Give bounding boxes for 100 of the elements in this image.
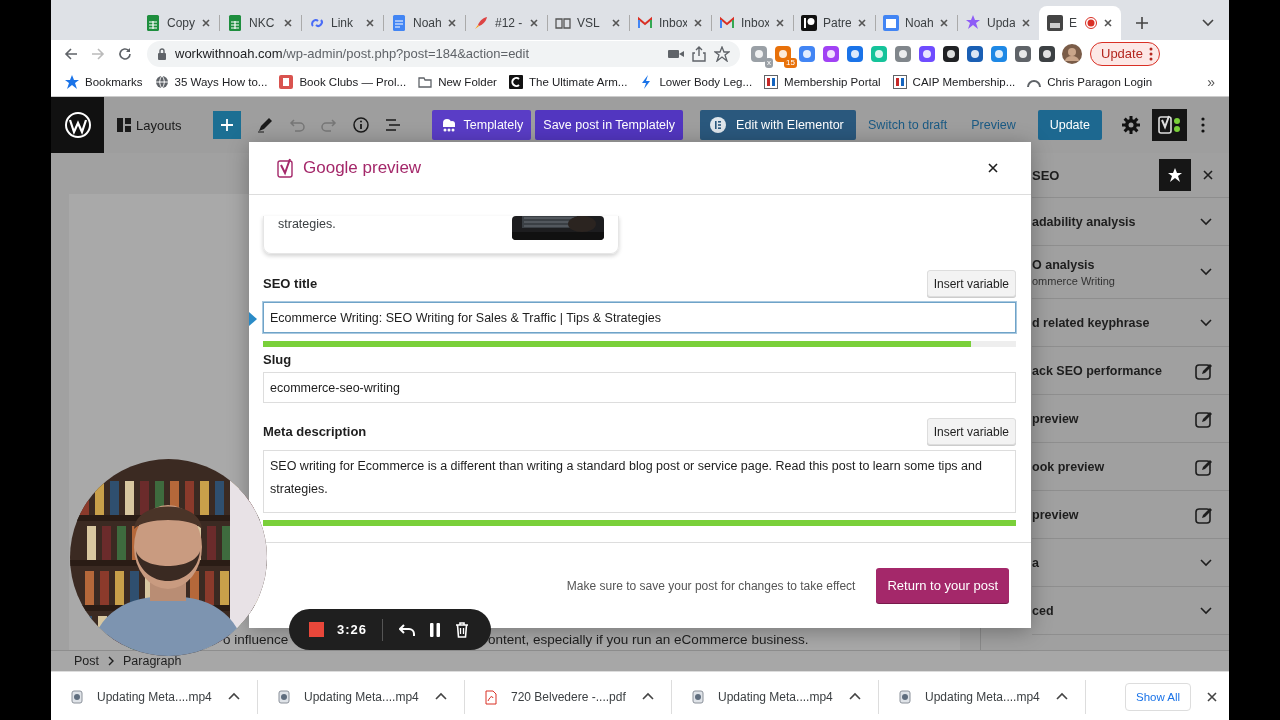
extension-badge: x — [765, 57, 773, 68]
bookmark[interactable]: 35 Ways How to... — [154, 74, 268, 89]
layouts-button[interactable]: Layouts — [117, 117, 182, 133]
pointer-icon — [249, 312, 257, 326]
browser-tab[interactable]: Upda — [957, 6, 1039, 40]
globe-icon — [154, 74, 169, 89]
download-item[interactable]: 720 Belvedere -....pdf — [465, 680, 672, 714]
sidebar-panel[interactable]: a — [1032, 539, 1229, 587]
templately-button[interactable]: Templately — [431, 110, 532, 140]
save-button[interactable]: Save post in Templately — [535, 110, 684, 140]
info-icon[interactable] — [352, 117, 369, 133]
mail-icon — [637, 15, 653, 31]
close-icon[interactable] — [1202, 169, 1214, 181]
avatar-icon[interactable] — [1062, 43, 1082, 64]
reload-icon[interactable] — [118, 46, 132, 61]
logo-icon — [1157, 114, 1182, 136]
settings-icon[interactable] — [1122, 116, 1140, 134]
close-icon[interactable] — [1103, 18, 1113, 28]
new-tab-icon[interactable] — [1135, 16, 1149, 30]
logo-icon — [508, 74, 523, 89]
logo-icon — [801, 15, 817, 31]
star-icon[interactable] — [714, 45, 730, 62]
logo-button[interactable] — [51, 97, 104, 153]
update-button[interactable]: Update — [1037, 110, 1102, 140]
sidebar-panel[interactable]: adability analysis — [1032, 198, 1229, 246]
download-item[interactable]: Updating Meta....mp4 — [51, 680, 258, 714]
bookmark[interactable]: CAIP Membership... — [892, 74, 1016, 89]
logo-icon — [277, 158, 295, 178]
browser-tab[interactable]: Patre — [793, 6, 875, 40]
extension-badge: 15 — [784, 57, 797, 68]
footer-note: Make sure to save your post for changes to take effect — [566, 578, 856, 593]
input-field[interactable]: ecommerce-seo-writing — [263, 372, 1016, 403]
browser-tab[interactable]: E — [1039, 6, 1121, 40]
sidebar-panel[interactable]: O analysis ommerce Writing — [1032, 246, 1229, 299]
extension-icon[interactable] — [942, 44, 960, 63]
browser-tab[interactable]: NKC — [219, 6, 301, 40]
insert-variable-button[interactable]: Insert variable — [926, 270, 1016, 297]
pin-button[interactable] — [1159, 159, 1191, 191]
download-item[interactable]: Updating Meta....mp4 — [879, 680, 1086, 714]
sidebar-panel[interactable]: ced — [1032, 587, 1229, 635]
extension-icon[interactable] — [1014, 44, 1032, 63]
extension-icon[interactable] — [966, 44, 984, 63]
return-button[interactable]: Return to your post — [876, 568, 1009, 603]
pause-button[interactable] — [429, 622, 442, 637]
browser-tab[interactable]: Noah — [875, 6, 957, 40]
close-icon[interactable] — [987, 162, 999, 174]
panel-title: preview — [1032, 507, 1080, 522]
sidebar-panel[interactable]: ook preview — [1032, 443, 1229, 491]
download-item[interactable]: Updating Meta....mp4 — [258, 680, 465, 714]
bookmark[interactable]: Membership Portal — [764, 74, 881, 89]
sidebar-panel[interactable]: preview — [1032, 491, 1229, 539]
bookmark[interactable]: The Ultimate Arm... — [508, 74, 628, 89]
back-icon[interactable] — [64, 46, 78, 61]
panel-title: ack SEO performance — [1032, 363, 1163, 378]
browser-tab[interactable]: Copy — [137, 6, 219, 40]
edit-icon — [1195, 505, 1213, 524]
panel-subtitle: ommerce Writing — [1032, 274, 1116, 287]
file-icon — [71, 690, 83, 704]
pencil-icon[interactable] — [256, 117, 273, 133]
undo-button[interactable] — [399, 622, 416, 637]
browser-tab[interactable]: Link — [301, 6, 383, 40]
browser-tab[interactable]: Noah — [383, 6, 465, 40]
url-text: workwithnoah.com/wp-admin/post.php?post=184&action=edit — [175, 46, 530, 61]
panel-title: ced — [1032, 603, 1055, 618]
address-bar[interactable]: workwithnoah.com/wp-admin/post.php?post=184&action=edit — [147, 40, 740, 67]
share-icon[interactable] — [692, 45, 706, 62]
list-view-icon[interactable] — [384, 117, 401, 133]
sidebar-panel[interactable]: preview — [1032, 395, 1229, 443]
panel-title: adability analysis — [1032, 214, 1137, 229]
sidebar-panel[interactable]: d related keyphrase — [1032, 299, 1229, 347]
insert-variable-button[interactable]: Insert variable — [926, 418, 1016, 445]
elementor-button[interactable]: Edit with Elementor — [700, 110, 856, 140]
bookmark[interactable]: Book Clubs — Prol... — [279, 74, 407, 89]
bookmark[interactable]: New Folder — [418, 74, 497, 89]
bookmark[interactable]: Chris Paragon Login — [1027, 74, 1153, 89]
file-icon — [278, 690, 290, 704]
show-all-button[interactable]: Show All — [1125, 683, 1192, 711]
browser-update-button[interactable]: Update — [1090, 41, 1160, 66]
mail-icon — [719, 15, 735, 31]
download-item[interactable]: Updating Meta....mp4 — [672, 680, 879, 714]
text-area[interactable]: SEO writing for Ecommerce is a different than writing a standard blog post or service page. Read this post to learn some tips and strategies. — [263, 450, 1016, 513]
more-icon[interactable] — [1201, 117, 1205, 133]
input-field[interactable]: Ecommerce Writing: SEO Writing for Sales & Traffic | Tips & Strategies — [263, 302, 1016, 333]
seo-plugin-button[interactable] — [1152, 109, 1187, 141]
bookmark[interactable]: Bookmarks — [65, 74, 143, 89]
more-bookmarks-button[interactable]: » — [1207, 73, 1215, 90]
close-icon[interactable] — [1206, 691, 1219, 703]
breadcrumb-link[interactable]: Paragraph — [123, 654, 182, 668]
browser-tab[interactable]: #12 - — [465, 6, 547, 40]
edit-icon — [1195, 361, 1213, 380]
layout-icon — [117, 118, 131, 132]
browser-tab[interactable]: VSL — [547, 6, 629, 40]
extension-icon[interactable] — [1038, 44, 1056, 63]
preview-text: strategies. — [278, 216, 337, 232]
video-camera-icon[interactable] — [668, 47, 684, 60]
bookmark[interactable]: Lower Body Leg... — [639, 74, 753, 89]
delete-button[interactable] — [455, 621, 470, 638]
breadcrumb-link[interactable]: Post — [74, 654, 99, 668]
sidebar-panel[interactable]: ack SEO performance — [1032, 347, 1229, 395]
add-block-button[interactable] — [212, 111, 241, 139]
